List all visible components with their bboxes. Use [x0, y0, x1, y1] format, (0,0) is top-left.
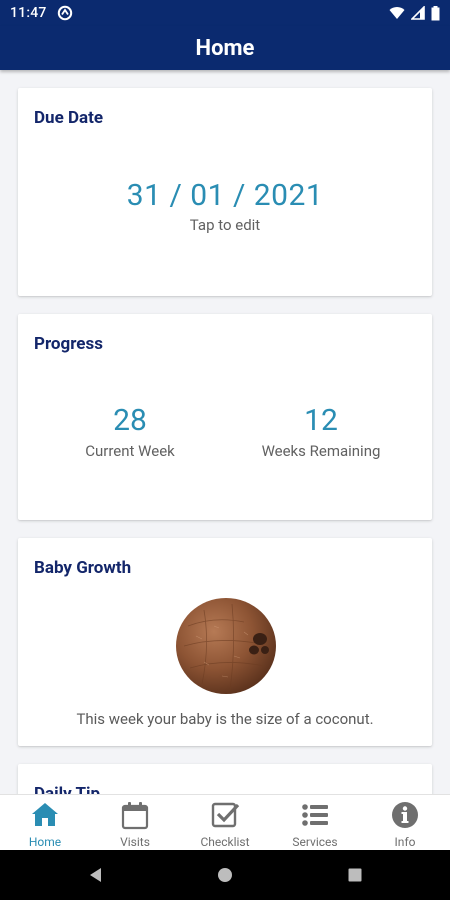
home-system-button[interactable]: [195, 850, 255, 900]
nav-visits[interactable]: Visits: [90, 795, 180, 851]
nav-checklist[interactable]: Checklist: [180, 795, 270, 851]
nav-home[interactable]: Home: [0, 795, 90, 851]
daily-tip-title: Daily Tip: [34, 784, 101, 794]
back-icon: [90, 868, 101, 882]
nav-info-label: Info: [394, 835, 416, 849]
home-content[interactable]: Due Date 31 / 01 / 2021 Tap to edit Prog…: [0, 70, 450, 794]
due-date-hint: Tap to edit: [189, 216, 261, 234]
back-button[interactable]: [66, 850, 126, 900]
calendar-icon: [121, 802, 149, 830]
daily-tip-card: Daily Tip: [18, 764, 432, 794]
baby-growth-card: Baby Growth This week your baby is the s…: [18, 538, 432, 746]
coconut-image: [176, 598, 276, 694]
current-week-label: Current Week: [85, 442, 175, 460]
wifi-icon: [389, 7, 405, 20]
home-icon: [32, 803, 58, 826]
progress-card: Progress 28 Current Week 12 Weeks Remain…: [18, 314, 432, 520]
weeks-remaining-value: 12: [304, 403, 338, 438]
due-date-value[interactable]: 31 / 01 / 2021: [18, 178, 432, 213]
page-title: Home: [195, 35, 255, 61]
due-date-title: Due Date: [34, 108, 104, 128]
nav-info[interactable]: Info: [360, 795, 450, 851]
current-week-value: 28: [113, 403, 147, 438]
info-icon: [392, 802, 418, 828]
signal-icon: [411, 6, 425, 20]
recents-button[interactable]: [325, 850, 385, 900]
recents-icon: [348, 868, 362, 882]
bottom-navigation: Home Visits Checklist Services Info: [0, 794, 450, 851]
notification-icon: [57, 5, 72, 21]
baby-growth-title: Baby Growth: [34, 558, 132, 578]
weeks-remaining-label: Weeks Remaining: [261, 442, 381, 460]
status-time: 11:47: [10, 5, 47, 21]
current-week-stat: 28 Current Week: [30, 403, 230, 461]
status-bar: 11:47: [0, 0, 450, 26]
nav-home-label: Home: [28, 835, 62, 849]
system-nav-bar: [0, 850, 450, 900]
nav-services[interactable]: Services: [270, 795, 360, 851]
progress-title: Progress: [34, 334, 103, 354]
battery-icon: [431, 5, 440, 20]
checklist-icon: [211, 802, 240, 828]
list-icon: [302, 804, 328, 826]
nav-checklist-label: Checklist: [200, 835, 250, 849]
app-bar: Home: [0, 26, 450, 70]
weeks-remaining-stat: 12 Weeks Remaining: [221, 403, 421, 461]
nav-visits-label: Visits: [120, 835, 150, 849]
nav-services-label: Services: [292, 835, 338, 849]
baby-size-caption: This week your baby is the size of a coc…: [76, 710, 374, 728]
home-circle-icon: [218, 868, 232, 882]
due-date-card[interactable]: Due Date 31 / 01 / 2021 Tap to edit: [18, 88, 432, 296]
